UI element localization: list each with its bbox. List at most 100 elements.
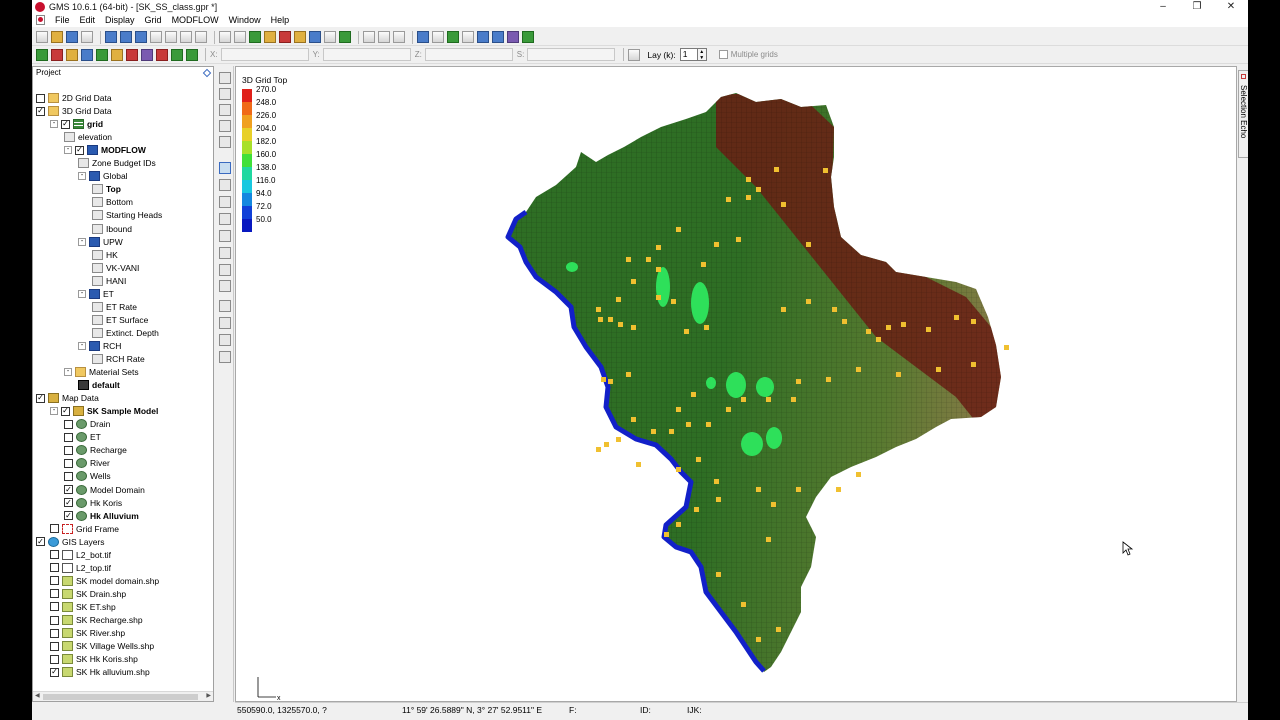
modflow-icon[interactable] (417, 31, 429, 43)
well-marker[interactable] (716, 572, 721, 577)
menu-modflow[interactable]: MODFLOW (167, 15, 224, 25)
well-marker[interactable] (716, 497, 721, 502)
collapse-toggle-icon[interactable]: - (78, 172, 86, 181)
well-marker[interactable] (646, 257, 651, 262)
visibility-checkbox[interactable]: ✓ (50, 667, 59, 677)
well-marker[interactable] (726, 197, 731, 202)
menu-grid[interactable]: Grid (140, 15, 167, 25)
visibility-checkbox[interactable] (64, 419, 73, 429)
tree-item[interactable]: HK (92, 249, 118, 261)
select-column-tool-icon[interactable] (219, 213, 231, 225)
well-marker[interactable] (766, 537, 771, 542)
refresh-icon[interactable] (234, 31, 246, 43)
well-marker[interactable] (701, 262, 706, 267)
grid-2d-icon[interactable] (96, 48, 108, 61)
layer-icon[interactable] (628, 48, 641, 61)
well-marker[interactable] (669, 429, 674, 434)
tree-item[interactable]: SK Hk Koris.shp (50, 653, 138, 665)
well-marker[interactable] (651, 429, 656, 434)
close-button[interactable]: ✕ (1214, 0, 1248, 13)
well-marker[interactable] (726, 407, 731, 412)
well-marker[interactable] (626, 257, 631, 262)
plot-icon[interactable] (294, 31, 306, 43)
solid-icon[interactable] (66, 48, 78, 61)
tree-item[interactable]: Drain (64, 418, 110, 430)
well-marker[interactable] (954, 315, 959, 320)
well-marker[interactable] (694, 507, 699, 512)
well-marker[interactable] (636, 462, 641, 467)
visibility-checkbox[interactable] (50, 615, 59, 625)
particle-icon[interactable] (507, 31, 519, 43)
well-marker[interactable] (626, 372, 631, 377)
tree-item[interactable]: Bottom (92, 196, 133, 208)
well-marker[interactable] (608, 379, 613, 384)
well-marker[interactable] (823, 168, 828, 173)
collapse-toggle-icon[interactable]: - (78, 289, 86, 298)
well-marker[interactable] (806, 242, 811, 247)
visibility-checkbox[interactable]: ✓ (64, 511, 73, 521)
well-marker[interactable] (691, 392, 696, 397)
select-row-icon[interactable] (393, 31, 405, 43)
tree-item[interactable]: ✓ Map Data (36, 392, 99, 404)
collapse-toggle-icon[interactable]: - (50, 407, 58, 416)
select-row-tool-icon[interactable] (219, 196, 231, 208)
frame-icon[interactable] (249, 31, 261, 43)
well-marker[interactable] (604, 442, 609, 447)
display-options-icon[interactable] (219, 31, 231, 43)
select-node-tool-icon[interactable] (219, 179, 231, 191)
well-marker[interactable] (664, 532, 669, 537)
well-marker[interactable] (756, 637, 761, 642)
tree-item[interactable]: L2_bot.tif (50, 549, 111, 561)
tree-item[interactable]: - ET (78, 288, 114, 300)
pan-tool-icon[interactable] (219, 72, 231, 84)
visibility-checkbox[interactable]: ✓ (75, 145, 84, 155)
mesh-3d-icon[interactable] (126, 48, 138, 61)
collapse-toggle-icon[interactable]: - (64, 146, 72, 155)
rotate-tool-icon[interactable] (219, 104, 231, 116)
well-marker[interactable] (598, 317, 603, 322)
grid-3d-icon[interactable] (141, 48, 153, 61)
well-marker[interactable] (791, 397, 796, 402)
tree-item[interactable]: ET Rate (92, 301, 137, 313)
well-marker[interactable] (842, 319, 847, 324)
scroll-left-icon[interactable]: ◀ (35, 692, 40, 699)
y-field[interactable] (322, 48, 411, 61)
tree-item[interactable]: 2D Grid Data (36, 92, 112, 104)
well-marker[interactable] (886, 325, 891, 330)
well-marker[interactable] (616, 437, 621, 442)
well-marker[interactable] (616, 297, 621, 302)
globe-icon[interactable] (339, 31, 351, 43)
visibility-checkbox[interactable] (50, 654, 59, 664)
tree-item[interactable]: ✓ 3D Grid Data (36, 105, 112, 117)
visibility-checkbox[interactable] (50, 576, 59, 586)
well-marker[interactable] (656, 295, 661, 300)
menu-display[interactable]: Display (100, 15, 140, 25)
well-marker[interactable] (826, 377, 831, 382)
tree-item[interactable]: - Material Sets (64, 366, 139, 378)
tree-horizontal-scrollbar[interactable]: ◀ ▶ (33, 691, 213, 701)
well-marker[interactable] (796, 379, 801, 384)
well-marker[interactable] (971, 362, 976, 367)
layer-spinner[interactable]: ▲ ▼ (697, 48, 707, 61)
scatter-2d-icon[interactable] (111, 48, 123, 61)
well-marker[interactable] (901, 322, 906, 327)
visibility-checkbox[interactable]: ✓ (36, 393, 45, 403)
color-ramp-icon[interactable] (309, 31, 321, 43)
tree-item[interactable]: Starting Heads (92, 209, 162, 221)
selection-echo-panel[interactable]: Selection Echo (1238, 70, 1248, 158)
tree-item[interactable]: ET Surface (92, 314, 148, 326)
visibility-checkbox[interactable]: ✓ (36, 537, 45, 547)
visibility-checkbox[interactable] (36, 93, 45, 103)
lighting-icon[interactable] (264, 31, 276, 43)
well-marker[interactable] (771, 502, 776, 507)
tree-item[interactable]: Wells (64, 470, 111, 482)
create-row-tool-icon[interactable] (219, 317, 231, 329)
visibility-checkbox[interactable] (50, 602, 59, 612)
well-marker[interactable] (746, 177, 751, 182)
pin-icon[interactable] (1241, 74, 1246, 79)
collapse-toggle-icon[interactable]: - (50, 120, 58, 129)
well-marker[interactable] (676, 522, 681, 527)
visibility-checkbox[interactable] (50, 628, 59, 638)
tree-item[interactable]: VK-VANI (92, 262, 139, 274)
well-marker[interactable] (926, 327, 931, 332)
